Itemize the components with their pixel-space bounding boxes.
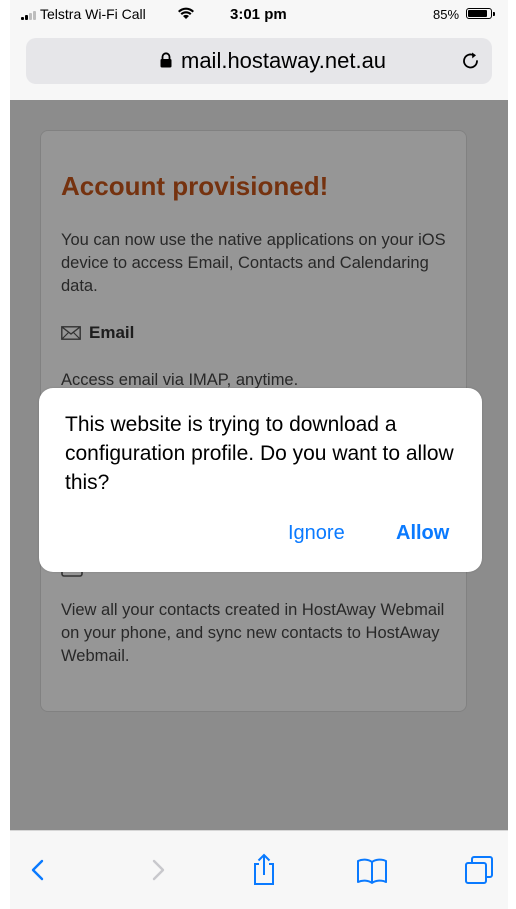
address-bar[interactable]: mail.hostaway.net.au (26, 38, 492, 84)
download-profile-alert: This website is trying to download a con… (39, 388, 482, 572)
status-bar: Telstra Wi-Fi Call 3:01 pm 85% (10, 0, 508, 30)
url-text: mail.hostaway.net.au (181, 48, 387, 73)
browser-nav-bar: mail.hostaway.net.au (10, 30, 508, 100)
ignore-button[interactable]: Ignore (288, 522, 345, 545)
phone-screen: Telstra Wi-Fi Call 3:01 pm 85% mail.host… (10, 0, 508, 909)
allow-button[interactable]: Allow (396, 522, 449, 545)
share-icon[interactable] (247, 853, 281, 887)
wifi-icon (178, 7, 194, 19)
lock-icon (160, 52, 172, 68)
tabs-icon[interactable] (462, 853, 496, 887)
alert-message: This website is trying to download a con… (65, 413, 454, 494)
forward-icon[interactable] (140, 853, 174, 887)
bookmarks-icon[interactable] (355, 853, 389, 887)
carrier-name: Telstra Wi-Fi Call (40, 6, 146, 22)
battery-icon (466, 8, 495, 19)
back-icon[interactable] (22, 853, 56, 887)
reload-icon[interactable] (460, 50, 482, 72)
browser-toolbar (10, 830, 508, 909)
signal-icon (21, 11, 36, 20)
clock-time: 3:01 pm (230, 6, 287, 23)
battery-percent: 85% (433, 7, 460, 22)
